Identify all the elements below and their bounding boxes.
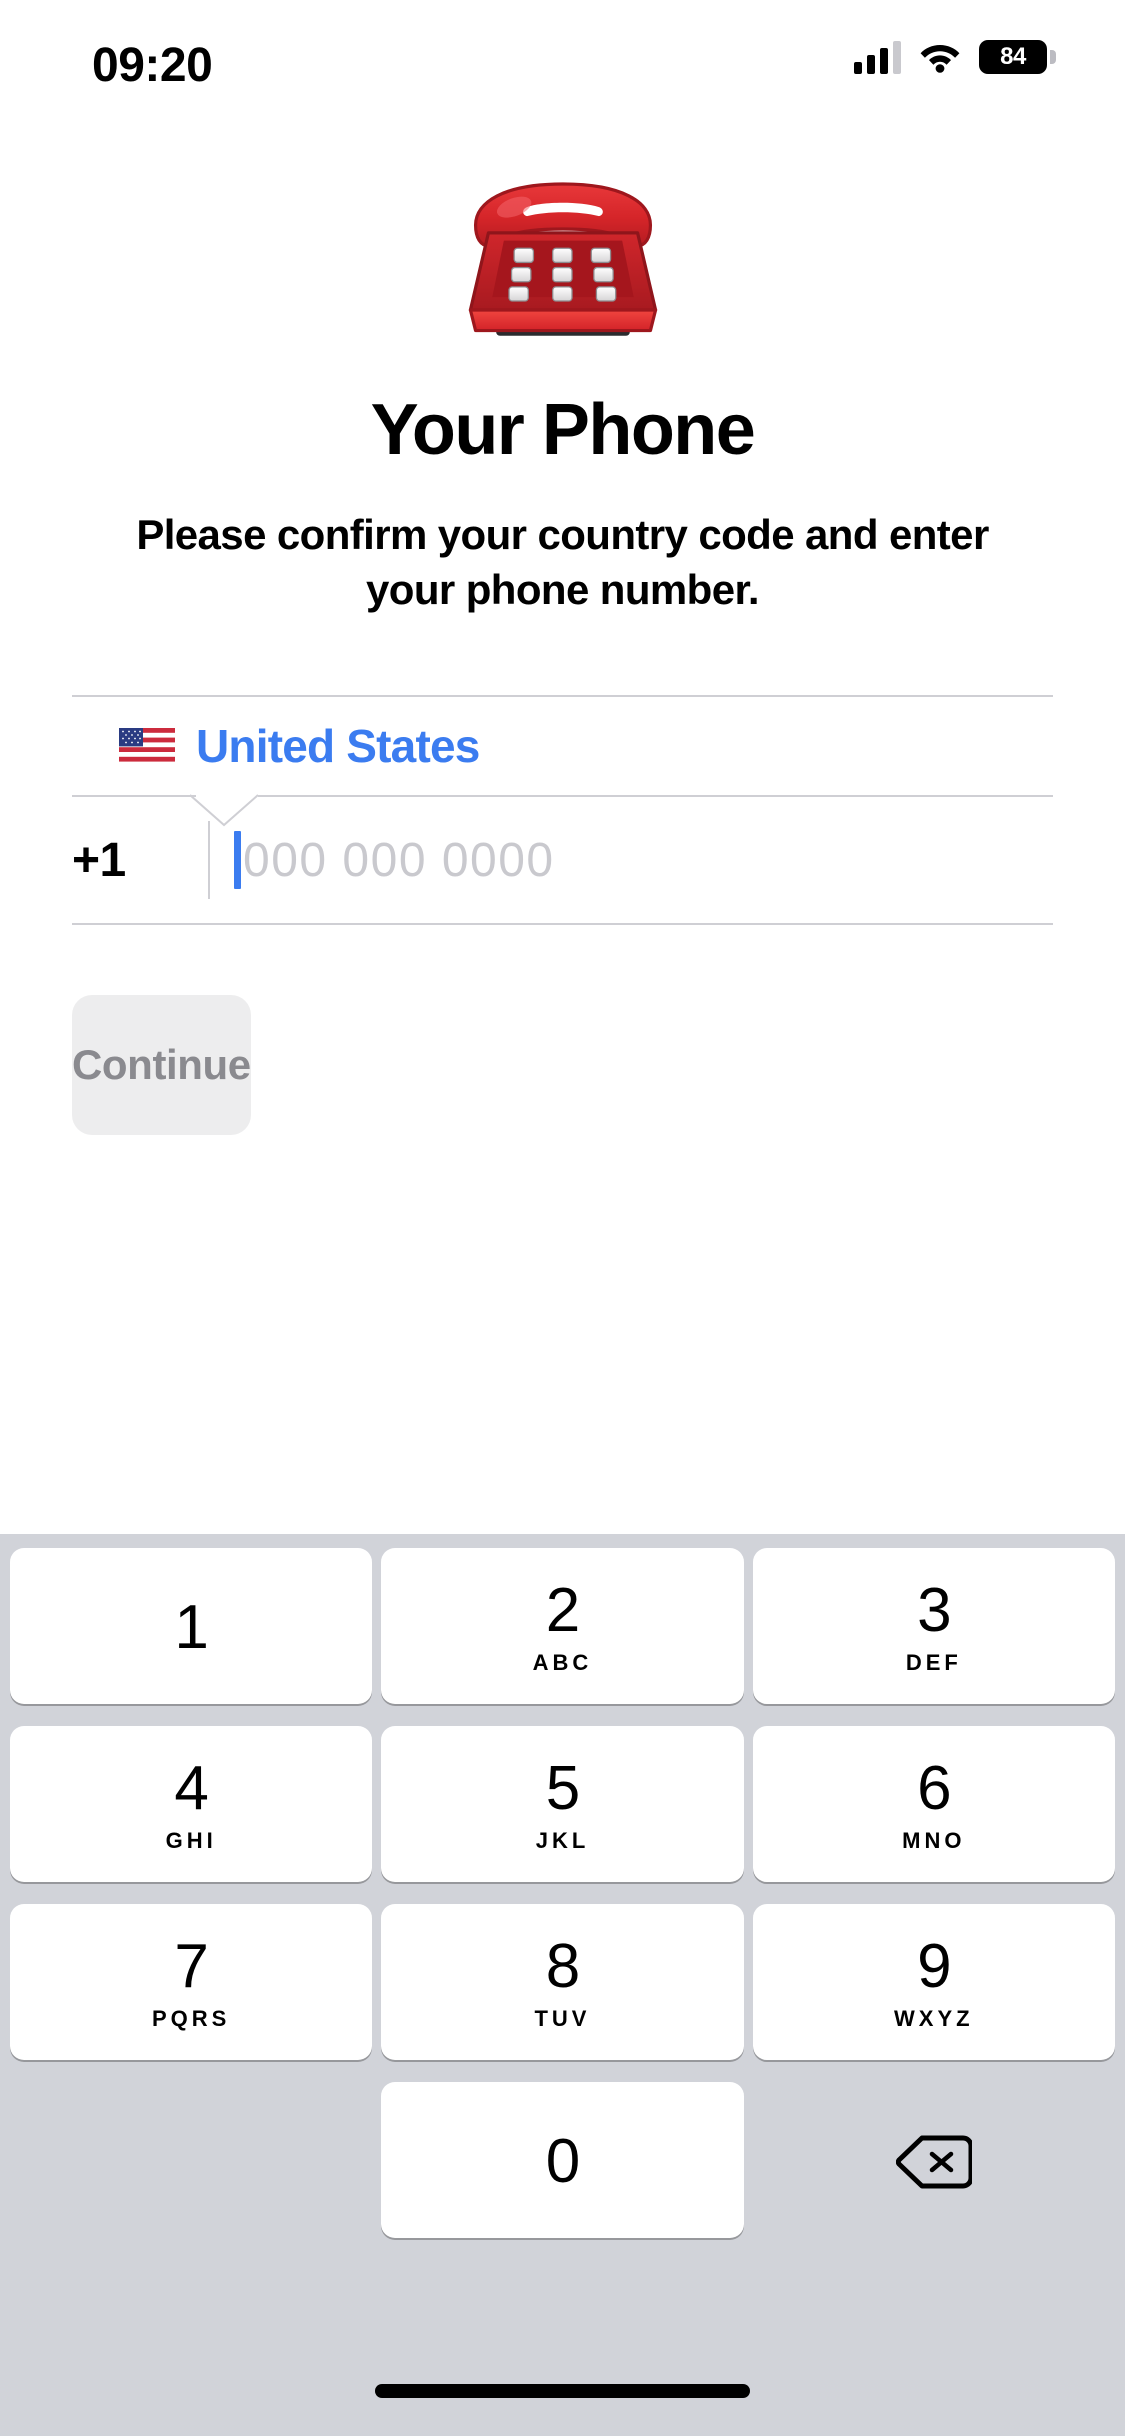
key-8[interactable]: 8 TUV: [381, 1904, 744, 2060]
battery-icon: 84: [979, 40, 1056, 74]
key-digit: 3: [917, 1576, 951, 1645]
key-9[interactable]: 9 WXYZ: [752, 1904, 1115, 2060]
keypad-spacer: [10, 2082, 372, 2238]
key-0[interactable]: 0: [381, 2082, 744, 2238]
divider-bottom: [72, 923, 1053, 926]
key-letters: ABC: [532, 1650, 593, 1675]
page-subtitle: Please confirm your country code and ent…: [136, 511, 989, 613]
cellular-bars-icon: [854, 40, 901, 74]
key-digit: 2: [545, 1576, 580, 1645]
key-1[interactable]: 1: [10, 1548, 373, 1704]
backspace-icon: [895, 2135, 972, 2189]
key-6[interactable]: 6 MNO: [752, 1726, 1115, 1882]
country-name-label: United States: [196, 720, 480, 773]
key-letters: JKL: [535, 1828, 590, 1853]
wifi-icon: [920, 45, 960, 73]
key-digit: 4: [174, 1754, 208, 1823]
key-letters: MNO: [902, 1828, 966, 1853]
keypad-row: 7 PQRS 8 TUV 9 WXYZ: [10, 1904, 1115, 2060]
phone-number-placeholder: 000 000 0000: [243, 833, 555, 887]
us-flag-icon: [119, 728, 175, 763]
key-digit: 6: [917, 1754, 951, 1823]
key-letters: TUV: [534, 2006, 591, 2031]
phone-number-field[interactable]: +1 000 000 0000: [0, 797, 1125, 923]
key-4[interactable]: 4 GHI: [10, 1726, 373, 1882]
text-caret: [234, 831, 241, 890]
keypad-row: 0: [10, 2082, 1115, 2238]
phone-form: United States +1 000 000 0000 Continue: [0, 695, 1125, 1136]
keypad-row: 4 GHI 5 JKL 6 MNO: [10, 1726, 1115, 1882]
home-indicator-area: [0, 2362, 1125, 2436]
status-bar-time: 09:20: [92, 39, 213, 92]
key-letters: PQRS: [151, 2006, 231, 2031]
key-digit: 9: [917, 1932, 951, 2001]
key-letters: WXYZ: [894, 2006, 974, 2031]
dial-code-label: +1: [72, 833, 126, 887]
page-title: Your Phone: [370, 390, 756, 470]
battery-level-label: 84: [1000, 43, 1026, 70]
home-indicator[interactable]: [375, 2384, 750, 2398]
field-divider: [208, 821, 210, 900]
backspace-key[interactable]: [753, 2082, 1115, 2238]
key-letters: GHI: [165, 1828, 217, 1853]
key-7[interactable]: 7 PQRS: [10, 1904, 373, 2060]
key-digit: 1: [174, 1593, 208, 1662]
key-digit: 5: [545, 1754, 580, 1823]
key-letters: DEF: [905, 1650, 962, 1675]
key-digit: 8: [545, 1932, 580, 2001]
status-bar: 09:20 84: [0, 0, 1125, 132]
numeric-keypad: 1 2 ABC 3 DEF 4 GHI 5 JKL 6 MNO 7 PQRS 8…: [0, 1534, 1125, 2362]
key-digit: 7: [174, 1932, 208, 2001]
key-5[interactable]: 5 JKL: [381, 1726, 744, 1882]
phone-signup-screen: 09:20 84 Your Phone Please confirm your …: [0, 0, 1125, 2436]
telephone-emoji: [468, 182, 657, 336]
main-content: Your Phone Please confirm your country c…: [0, 132, 1125, 2436]
continue-button[interactable]: Continue: [72, 995, 251, 1136]
country-selector[interactable]: United States: [0, 697, 1125, 795]
keypad-row: 1 2 ABC 3 DEF: [10, 1548, 1115, 1704]
key-3[interactable]: 3 DEF: [752, 1548, 1115, 1704]
key-digit: 0: [545, 2127, 580, 2196]
status-bar-icons: 84: [854, 40, 1056, 74]
key-2[interactable]: 2 ABC: [381, 1548, 744, 1704]
